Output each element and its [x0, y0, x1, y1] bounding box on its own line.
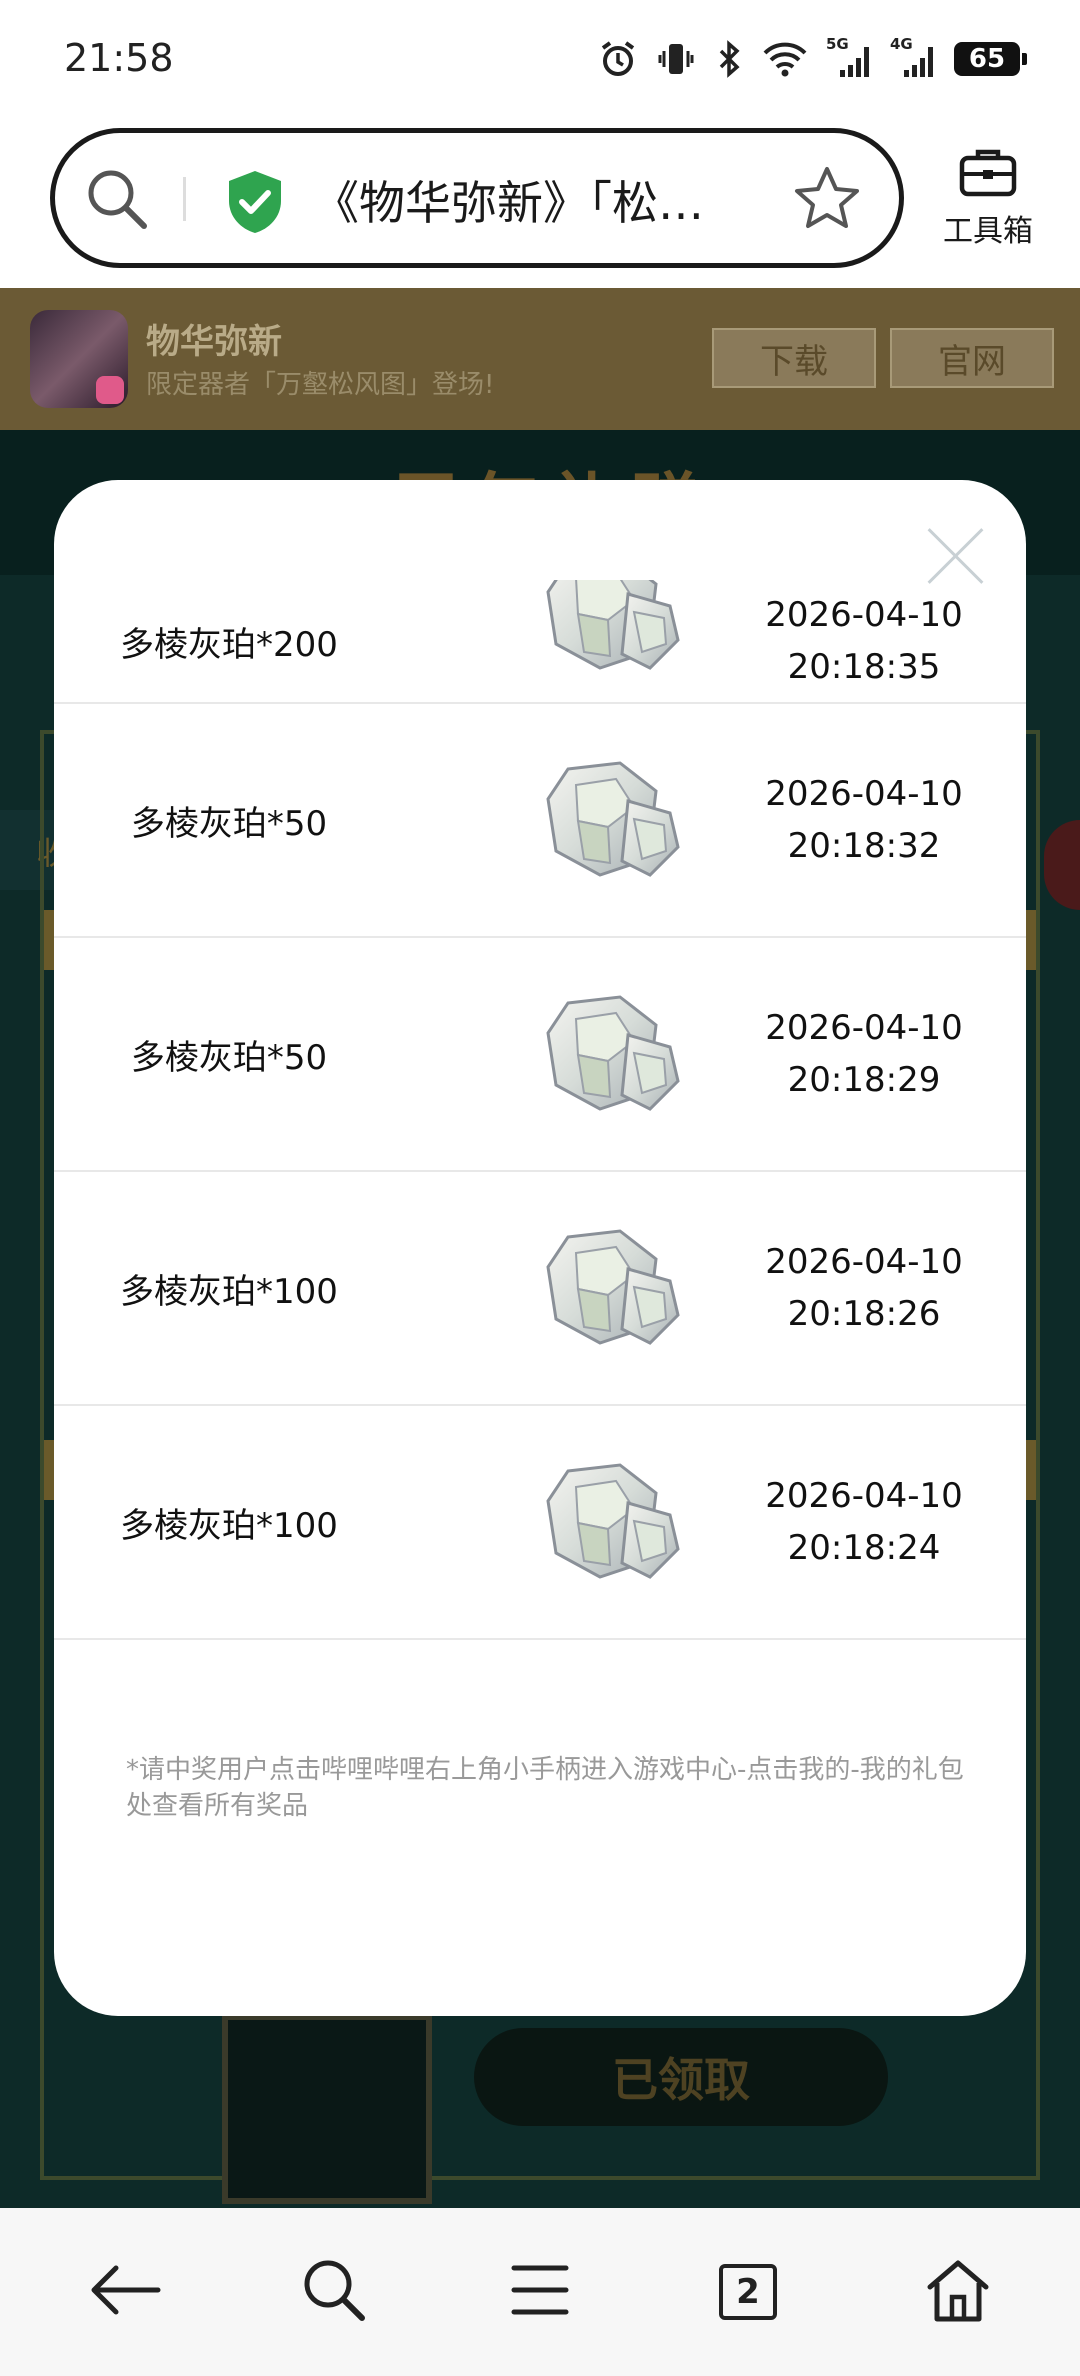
gem-icon	[546, 1463, 680, 1579]
battery-icon: 65	[954, 42, 1027, 76]
status-time: 21:58	[64, 36, 174, 80]
back-arrow-icon	[86, 2260, 162, 2324]
prize-timestamp: 2026-04-10 20:18:35	[734, 580, 994, 702]
claimed-button[interactable]: 已领取	[474, 2028, 888, 2126]
back-button[interactable]	[84, 2252, 164, 2332]
home-button[interactable]	[918, 2252, 998, 2332]
prize-item-name: 多棱灰珀*50	[130, 803, 328, 844]
vibrate-icon	[656, 39, 696, 79]
background-avatar-frame	[222, 2014, 432, 2204]
prize-date: 2026-04-10	[765, 1476, 963, 1516]
app-subtitle: 限定器者「万壑松风图」登场!	[146, 370, 495, 400]
prize-timestamp: 2026-04-10 20:18:24	[734, 1406, 994, 1638]
bookmark-star-icon[interactable]	[791, 163, 863, 239]
search-icon	[299, 2255, 369, 2329]
prize-time: 20:18:26	[787, 1294, 941, 1334]
toolbox-label: 工具箱	[943, 214, 1033, 249]
prize-time: 20:18:24	[787, 1528, 941, 1568]
gem-icon	[546, 761, 680, 877]
tabs-icon: 2	[719, 2264, 777, 2320]
app-icon	[30, 310, 128, 408]
download-button[interactable]: 下载	[712, 328, 876, 388]
address-divider	[183, 177, 186, 221]
prize-date: 2026-04-10	[765, 1242, 963, 1282]
signal-4g-icon: 4G	[890, 35, 936, 79]
prize-notice: *请中奖用户点击哔哩哔哩右上角小手柄进入游戏中心-点击我的-我的礼包处查看所有奖…	[126, 1755, 964, 1821]
signal-5g-icon: 5G	[826, 35, 872, 79]
app-download-banner: 物华弥新 限定器者「万壑松风图」登场! 下载 官网	[0, 288, 1080, 430]
prize-record-row: 多棱灰珀*100 2026-04-10 20:18:26	[54, 1172, 1026, 1406]
prize-date: 2026-04-10	[765, 1008, 963, 1048]
prize-timestamp: 2026-04-10 20:18:29	[734, 938, 994, 1170]
network-5g-label: 5G	[826, 35, 849, 53]
gem-icon	[546, 995, 680, 1111]
address-bar[interactable]: 《物华弥新》「松…	[50, 128, 904, 268]
toolbox-icon	[958, 149, 1018, 202]
prize-time: 20:18:32	[787, 826, 941, 866]
prize-item-name: 多棱灰珀*100	[120, 1271, 338, 1312]
status-bar: 21:58 5G 4G 65	[0, 0, 1080, 118]
prize-record-list: 多棱灰珀*200 2026-04-10 20:18:35 多棱灰珀*50 2026…	[54, 580, 1026, 1725]
home-icon	[924, 2257, 992, 2327]
url-text[interactable]: 《物华弥新》「松…	[313, 167, 793, 233]
prize-record-modal: 多棱灰珀*200 2026-04-10 20:18:35 多棱灰珀*50 2026…	[54, 480, 1026, 2016]
search-icon	[83, 165, 153, 239]
background-side-tab	[1044, 820, 1080, 910]
menu-icon	[510, 2262, 570, 2322]
tab-count: 2	[736, 2272, 760, 2312]
prize-item-name: 多棱灰珀*200	[120, 624, 338, 665]
search-button[interactable]	[294, 2252, 374, 2332]
browser-toolbar: 《物华弥新》「松… 工具箱	[0, 118, 1080, 288]
prize-item-name: 多棱灰珀*100	[120, 1505, 338, 1546]
status-icons: 5G 4G 65	[598, 35, 1027, 82]
secure-shield-icon[interactable]	[225, 169, 285, 239]
prize-record-row: 多棱灰珀*50 2026-04-10 20:18:32	[54, 704, 1026, 938]
gem-icon	[546, 1229, 680, 1345]
menu-button[interactable]	[500, 2252, 580, 2332]
prize-record-row: 多棱灰珀*100 2026-04-10 20:18:24	[54, 1406, 1026, 1640]
prize-item-name: 多棱灰珀*50	[130, 1037, 328, 1078]
gem-icon	[546, 580, 680, 670]
prize-timestamp: 2026-04-10 20:18:32	[734, 704, 994, 936]
prize-time: 20:18:35	[787, 647, 941, 687]
toolbox-button[interactable]: 工具箱	[928, 146, 1048, 250]
tabs-button[interactable]: 2	[708, 2252, 788, 2332]
prize-record-row: 多棱灰珀*200 2026-04-10 20:18:35	[54, 580, 1026, 704]
app-name: 物华弥新	[146, 322, 282, 362]
prize-date: 2026-04-10	[765, 595, 963, 635]
bluetooth-icon	[714, 39, 744, 79]
network-4g-label: 4G	[890, 35, 913, 53]
official-site-button[interactable]: 官网	[890, 328, 1054, 388]
bilibili-badge-icon	[96, 376, 124, 404]
bottom-navigation: 2	[0, 2208, 1080, 2376]
wifi-icon	[762, 39, 808, 79]
prize-timestamp: 2026-04-10 20:18:26	[734, 1172, 994, 1404]
prize-date: 2026-04-10	[765, 774, 963, 814]
battery-level: 65	[968, 44, 1006, 74]
prize-time: 20:18:29	[787, 1060, 941, 1100]
alarm-icon	[598, 39, 638, 79]
prize-record-row: 多棱灰珀*50 2026-04-10 20:18:29	[54, 938, 1026, 1172]
